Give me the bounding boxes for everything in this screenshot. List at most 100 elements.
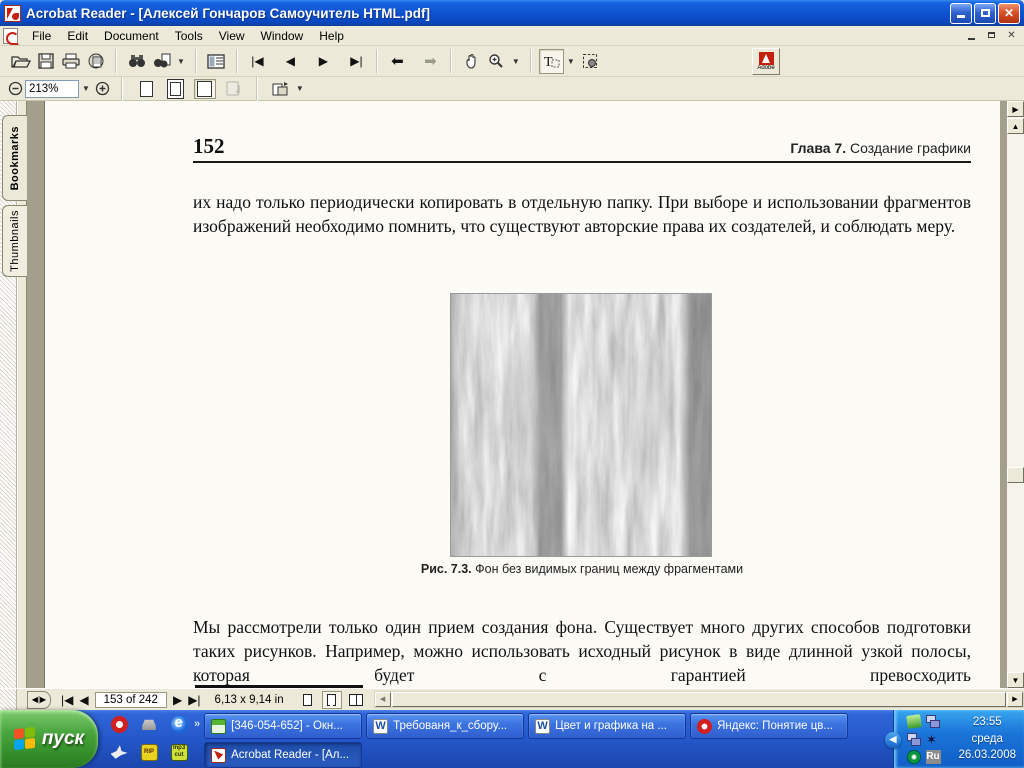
next-page-button[interactable]: ▶	[311, 49, 336, 74]
paragraph-1: их надо только периодически копировать в…	[193, 192, 971, 236]
ie-icon[interactable]	[170, 714, 188, 733]
first-page-button[interactable]: |◀	[245, 49, 270, 74]
zoom-tool-button[interactable]	[484, 49, 509, 74]
menu-tools[interactable]: Tools	[167, 27, 211, 45]
scroll-left-button[interactable]: ◀	[374, 692, 391, 707]
start-button[interactable]: пуск	[0, 710, 98, 768]
status-next-page-button[interactable]: ▶	[173, 693, 182, 707]
snapshot-icon	[583, 54, 598, 68]
continuous-layout-button[interactable]	[321, 690, 342, 709]
menu-window[interactable]: Window	[253, 27, 312, 45]
text-select-tool-button[interactable]: T	[538, 48, 564, 74]
navigation-pane-button[interactable]	[204, 49, 229, 74]
select-tool-dropdown-arrow[interactable]: ▼	[564, 57, 578, 66]
rotate-view-button[interactable]	[269, 79, 293, 99]
mdi-close-button[interactable]: ✕	[1003, 28, 1020, 43]
save-button[interactable]	[33, 49, 58, 74]
chapter-header: Глава 7. Создание графики	[790, 140, 971, 156]
close-button[interactable]: ✕	[998, 2, 1020, 24]
previous-page-button[interactable]: ◀	[278, 49, 303, 74]
status-previous-page-button[interactable]: ◀	[79, 693, 88, 707]
document-background: 152 Глава 7. Создание графики их надо то…	[27, 101, 1007, 688]
zoom-level-dropdown-arrow[interactable]: ▼	[79, 84, 93, 93]
car-icon[interactable]	[142, 719, 156, 730]
pane-toggle-button[interactable]: ◀|▶	[27, 690, 51, 709]
quick-launch-chevron-icon[interactable]: »	[194, 718, 200, 730]
menu-document[interactable]: Document	[96, 27, 167, 45]
task-word-doc-2[interactable]: W Цвет и графика на ...	[528, 713, 687, 739]
zoom-level-input[interactable]	[25, 79, 79, 98]
menu-file[interactable]: File	[24, 27, 59, 45]
restore-button[interactable]	[974, 2, 996, 24]
task-opera-window[interactable]: Яндекс: Понятие цв...	[690, 713, 849, 739]
vertical-scrollbar[interactable]: ▶ ▲ ▼	[1007, 101, 1024, 688]
continuous-icon	[327, 693, 337, 706]
zoom-tool-dropdown-arrow[interactable]: ▼	[509, 57, 523, 66]
search-dropdown-arrow[interactable]: ▼	[174, 57, 188, 66]
snapshot-tool-button[interactable]	[578, 49, 603, 74]
reflow-button[interactable]	[223, 79, 245, 99]
network-icon[interactable]	[926, 714, 940, 728]
rip-icon[interactable]: RIP	[140, 743, 158, 761]
go-back-button[interactable]: ⬅	[385, 49, 410, 74]
tray-clock[interactable]: 23:55 среда 26.03.2008	[958, 714, 1016, 764]
fit-in-window-button[interactable]	[165, 79, 187, 99]
zoom-in-button[interactable]	[93, 79, 113, 99]
task-icq-window[interactable]: [346-054-652] - Окн...	[204, 713, 363, 739]
toolbar-overflow-button[interactable]: ▶	[1007, 101, 1024, 117]
task-word-doc-1[interactable]: W Требованя_к_сбору...	[366, 713, 525, 739]
mdi-minimize-button[interactable]	[963, 28, 980, 43]
acrobat-app-icon	[4, 4, 21, 22]
mp3cut-icon[interactable]: mp3 cut	[170, 743, 188, 761]
fit-width-button[interactable]	[193, 78, 216, 99]
adobe-button[interactable]: Adobe	[752, 48, 780, 75]
last-page-button[interactable]: ▶|	[344, 49, 369, 74]
figure-7-3-image	[450, 293, 712, 557]
mdi-restore-button[interactable]	[983, 28, 1000, 43]
title-bar: Acrobat Reader - [Алексей Гончаров Самоу…	[0, 0, 1024, 26]
actual-size-button[interactable]	[136, 79, 158, 99]
minimize-button[interactable]	[950, 2, 972, 24]
continuous-facing-layout-button[interactable]	[346, 691, 366, 709]
star-icon[interactable]: ✶	[926, 733, 940, 746]
vertical-scroll-thumb[interactable]	[1007, 467, 1024, 483]
horizontal-scrollbar[interactable]: ◀ ▶	[373, 691, 1024, 708]
print-button[interactable]	[58, 49, 83, 74]
menu-edit[interactable]: Edit	[59, 27, 96, 45]
clock-day: среда	[971, 732, 1003, 745]
email-document-icon	[88, 53, 103, 69]
dove-icon[interactable]	[110, 745, 128, 759]
tab-thumbnails[interactable]: Thumbnails	[2, 205, 27, 277]
scroll-up-button[interactable]: ▲	[1007, 118, 1024, 134]
taskbar: пуск RIP mp3cut » [346-054-652] - Окн...…	[0, 710, 1024, 768]
status-last-page-button[interactable]: ▶|	[188, 693, 200, 707]
zoom-out-button[interactable]	[5, 79, 25, 99]
find-button[interactable]	[124, 49, 149, 74]
go-forward-button[interactable]: ➡	[418, 49, 443, 74]
task-acrobat-window[interactable]: Acrobat Reader - [Ал...	[204, 742, 363, 768]
single-page-layout-button[interactable]	[298, 691, 318, 709]
header-rule	[193, 161, 971, 163]
floppy-disk-icon	[37, 53, 54, 69]
scroll-down-button[interactable]: ▼	[1007, 672, 1024, 688]
adobe-label: Adobe	[757, 65, 775, 71]
horizontal-scroll-thumb[interactable]	[391, 692, 1006, 707]
tray-collapse-chevron[interactable]: ◀	[885, 732, 901, 748]
menu-view[interactable]: View	[211, 27, 253, 45]
hand-tool-icon	[466, 53, 476, 69]
language-indicator[interactable]: Ru	[925, 750, 941, 764]
page-indicator[interactable]: 153 of 242	[94, 691, 167, 708]
hand-tool-button[interactable]	[459, 49, 484, 74]
status-first-page-button[interactable]: |◀	[61, 693, 73, 707]
open-button[interactable]	[8, 49, 33, 74]
search-button[interactable]	[149, 49, 174, 74]
rotate-dropdown-arrow[interactable]: ▼	[293, 84, 307, 93]
scroll-right-button[interactable]: ▶	[1007, 692, 1023, 707]
opera-icon[interactable]	[110, 715, 128, 733]
network2-icon[interactable]	[907, 732, 921, 746]
tab-bookmarks[interactable]: Bookmarks	[2, 115, 27, 201]
menu-help[interactable]: Help	[311, 27, 352, 45]
eye-icon[interactable]	[907, 750, 921, 764]
download-manager-icon[interactable]	[906, 713, 922, 729]
email-button[interactable]	[83, 49, 108, 74]
